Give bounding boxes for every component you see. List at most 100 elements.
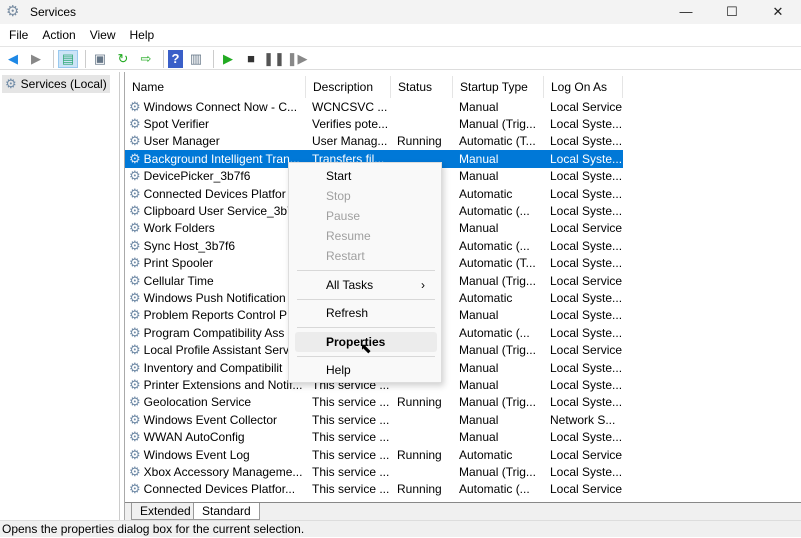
service-gear-icon: ⚙	[129, 221, 141, 236]
cell-startup-type: Manual	[459, 221, 499, 236]
menu-item-restart: Restart	[326, 249, 365, 263]
cell-log-on-as: Local Service	[550, 447, 623, 462]
help-icon[interactable]: ?	[168, 49, 183, 68]
service-name: Connected Devices Platfor...	[143, 482, 296, 497]
start-service-icon[interactable]: ▶	[218, 50, 238, 68]
table-row[interactable]: ⚙ Geolocation Service This service ... Runn…	[125, 394, 623, 411]
refresh-icon[interactable]: ↻	[113, 50, 133, 68]
service-name: Windows Event Log	[143, 447, 250, 462]
cell-name: ⚙ Background Intelligent Tran...	[125, 152, 306, 166]
service-gear-icon: ⚙	[129, 325, 141, 340]
menu-item-all-tasks[interactable]: All Tasks ›	[295, 275, 437, 295]
cell-startup-type: Manual	[459, 99, 499, 114]
service-gear-icon: ⚙	[129, 273, 141, 288]
table-row[interactable]: ⚙ Windows Connect Now - C... WCNCSVC ... Ma…	[125, 98, 623, 115]
show-action-pane-icon[interactable]: ▥	[186, 50, 206, 68]
resume-service-icon[interactable]: ❚▶	[287, 50, 308, 68]
table-row[interactable]: ⚙ User Manager User Manag... Running Automat…	[125, 133, 623, 150]
cell-name: ⚙ Work Folders	[125, 221, 306, 235]
cell-name: ⚙ Xbox Accessory Manageme...	[125, 465, 306, 479]
service-gear-icon: ⚙	[129, 151, 141, 166]
cell-description: This service ...	[312, 482, 390, 497]
service-gear-icon: ⚙	[129, 204, 141, 219]
cell-status: Running	[397, 134, 442, 149]
cell-log-on-as: Local Syste...	[550, 430, 623, 445]
table-row[interactable]: ⚙ WWAN AutoConfig This service ... Manual Lo…	[125, 428, 623, 445]
cell-log-on-as: Local Syste...	[550, 169, 623, 184]
properties-icon[interactable]: ▣	[90, 50, 110, 68]
table-row[interactable]: ⚙ Xbox Accessory Manageme... This service …	[125, 463, 623, 480]
menu-item-help[interactable]: Help	[295, 360, 437, 380]
menu-separator	[297, 299, 435, 300]
menu-bar: File Action View Help	[0, 24, 801, 47]
table-row[interactable]: ⚙ Windows Event Log This service ... Runnin…	[125, 446, 623, 463]
services-list-pane: Name Description Status Startup Type Log…	[124, 72, 801, 520]
forward-arrow-icon[interactable]: ▶	[26, 50, 46, 68]
cell-log-on-as: Local Syste...	[550, 360, 623, 375]
service-name: Program Compatibility Ass	[143, 325, 285, 340]
service-gear-icon: ⚙	[129, 238, 141, 253]
export-list-icon[interactable]: ⇨	[136, 50, 156, 68]
cell-name: ⚙ Print Spooler	[125, 256, 306, 270]
tab-extended[interactable]: Extended	[131, 503, 200, 520]
service-name: Connected Devices Platfor	[143, 186, 286, 201]
column-description[interactable]: Description	[306, 76, 391, 98]
minimize-button[interactable]: —	[663, 0, 709, 24]
menu-action[interactable]: Action	[35, 28, 82, 42]
menu-separator	[297, 327, 435, 328]
tree-pane: ⚙ Services (Local)	[0, 72, 120, 520]
cell-name: ⚙ Sync Host_3b7f6	[125, 239, 306, 253]
service-name: WWAN AutoConfig	[143, 430, 245, 445]
menu-view[interactable]: View	[83, 28, 123, 42]
column-startup-type[interactable]: Startup Type	[453, 76, 544, 98]
service-gear-icon: ⚙	[129, 482, 141, 497]
service-gear-icon: ⚙	[129, 343, 141, 358]
maximize-button[interactable]: ☐	[709, 0, 755, 24]
table-row[interactable]: ⚙ Windows Event Collector This service ...…	[125, 411, 623, 428]
cell-log-on-as: Local Syste...	[550, 238, 623, 253]
cell-log-on-as: Local Syste...	[550, 151, 623, 166]
service-name: Cellular Time	[143, 273, 214, 288]
close-button[interactable]: ✕	[755, 0, 801, 24]
table-row[interactable]: ⚙ Connected Devices Platfor... This servic…	[125, 481, 623, 498]
cell-description: This service ...	[312, 395, 390, 410]
service-name: Geolocation Service	[143, 395, 252, 410]
stop-service-icon[interactable]: ■	[241, 50, 261, 68]
menu-item-refresh[interactable]: Refresh	[295, 303, 437, 323]
tab-standard[interactable]: Standard	[193, 503, 260, 520]
cell-name: ⚙ Local Profile Assistant Serv	[125, 343, 306, 357]
pause-service-icon[interactable]: ❚❚	[263, 50, 285, 68]
cell-status: Running	[397, 482, 442, 497]
cell-name: ⚙ Inventory and Compatibilit	[125, 361, 306, 375]
cell-status: Running	[397, 447, 442, 462]
column-log-on-as[interactable]: Log On As	[544, 76, 623, 98]
tree-node-services-local[interactable]: ⚙ Services (Local)	[2, 75, 110, 93]
menu-file[interactable]: File	[2, 28, 35, 42]
back-arrow-icon[interactable]: ◀	[3, 50, 23, 68]
service-gear-icon: ⚙	[129, 395, 141, 410]
service-name: Xbox Accessory Manageme...	[143, 464, 303, 479]
service-gear-icon: ⚙	[129, 290, 141, 305]
column-header: Name Description Status Startup Type Log…	[125, 76, 623, 98]
menu-item-start[interactable]: Start	[295, 166, 437, 186]
service-name: Inventory and Compatibilit	[143, 360, 283, 375]
column-status[interactable]: Status	[391, 76, 453, 98]
table-row[interactable]: ⚙ Spot Verifier Verifies pote... Manual (Tr…	[125, 115, 623, 132]
cell-startup-type: Automatic (...	[459, 325, 530, 340]
menu-item-pause: Pause	[326, 209, 361, 223]
cell-name: ⚙ Printer Extensions and Notif...	[125, 378, 306, 392]
service-gear-icon: ⚙	[129, 308, 141, 323]
service-gear-icon: ⚙	[129, 99, 141, 114]
title-bar: ⚙ Services — ☐ ✕	[0, 0, 801, 24]
toolbar-separator	[163, 49, 164, 68]
cell-log-on-as: Local Syste...	[550, 325, 623, 340]
status-bar: Opens the properties dialog box for the …	[0, 520, 801, 537]
gear-icon: ⚙	[5, 76, 17, 91]
show-hide-tree-icon[interactable]: ▤	[58, 49, 78, 68]
column-name[interactable]: Name	[125, 76, 306, 98]
service-gear-icon: ⚙	[129, 256, 141, 271]
cell-name: ⚙ Windows Connect Now - C...	[125, 100, 306, 114]
menu-help[interactable]: Help	[123, 28, 162, 42]
service-name: Windows Connect Now - C...	[143, 99, 298, 114]
cell-name: ⚙ Windows Push Notification	[125, 291, 306, 305]
